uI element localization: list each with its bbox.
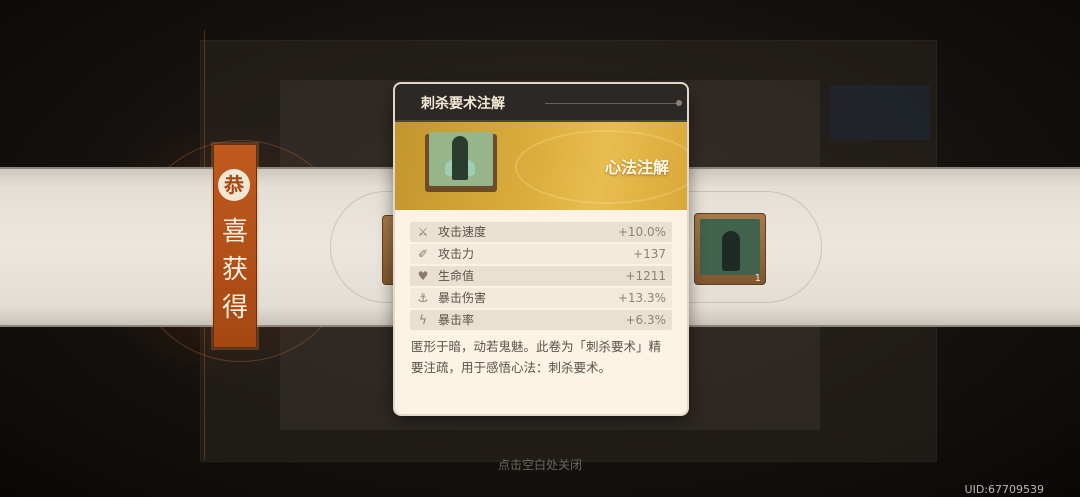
stat-name: 生命值 — [438, 269, 475, 283]
banner-char-1: 喜 — [221, 217, 248, 247]
stat-value: +1211 — [625, 269, 666, 283]
stat-value: +13.3% — [617, 291, 666, 305]
banner-circle-char: 恭 — [218, 169, 250, 201]
header-dot-icon — [676, 100, 682, 106]
stat-name: 攻击速度 — [438, 225, 487, 239]
stat-name: 暴击率 — [438, 313, 475, 327]
character-figure-icon — [722, 231, 740, 271]
stat-value: +10.0% — [617, 225, 666, 239]
reward-item-right[interactable]: 1 — [694, 213, 766, 285]
crit-damage-icon: ⚓ — [417, 291, 429, 305]
background-panel-accent — [830, 85, 930, 140]
stat-row: ✐ 攻击力 +137 — [410, 244, 672, 264]
stats-list: ⚔ 攻击速度 +10.0% ✐ 攻击力 +137 ♥ 生命值 +1211 ⚓ 暴… — [410, 222, 672, 332]
close-hint: 点击空白处关闭 — [497, 458, 582, 472]
attack-speed-icon: ⚔ — [417, 225, 429, 239]
item-count: 1 — [754, 273, 761, 284]
stat-value: +137 — [633, 247, 666, 261]
uid-label: UID:67709539 — [964, 483, 1044, 496]
congrats-banner: 恭 喜 获 得 — [213, 144, 257, 348]
stat-value: +6.3% — [625, 313, 666, 327]
stat-name: 攻击力 — [438, 247, 475, 261]
card-header: 刺杀要术注解 — [395, 84, 687, 122]
item-description: 匿形于暗，动若鬼魅。此卷为「刺杀要术」精要注疏，用于感悟心法：刺杀要术。 — [411, 339, 662, 375]
attack-icon: ✐ — [417, 247, 429, 261]
crit-rate-icon: ϟ — [419, 313, 427, 327]
banner-char-3: 得 — [221, 293, 248, 323]
stat-row: ⚔ 攻击速度 +10.0% — [410, 222, 672, 242]
header-divider — [545, 103, 677, 104]
stat-row: ⚓ 暴击伤害 +13.3% — [410, 288, 672, 308]
banner-char-2: 获 — [221, 255, 248, 285]
item-type-label: 心法注解 — [604, 158, 669, 177]
stat-row: ϟ 暴击率 +6.3% — [410, 310, 672, 330]
card-hero: 心法注解 — [395, 122, 687, 210]
card-title: 刺杀要术注解 — [421, 96, 505, 112]
reward-item-art — [700, 219, 760, 275]
book-icon — [425, 130, 497, 192]
stat-row: ♥ 生命值 +1211 — [410, 266, 672, 286]
item-detail-card[interactable]: 刺杀要术注解 心法注解 ⚔ 攻击速度 +10.0% ✐ 攻击力 +137 ♥ 生… — [395, 84, 687, 414]
stat-name: 暴击伤害 — [438, 291, 487, 305]
heart-icon: ♥ — [417, 269, 429, 283]
